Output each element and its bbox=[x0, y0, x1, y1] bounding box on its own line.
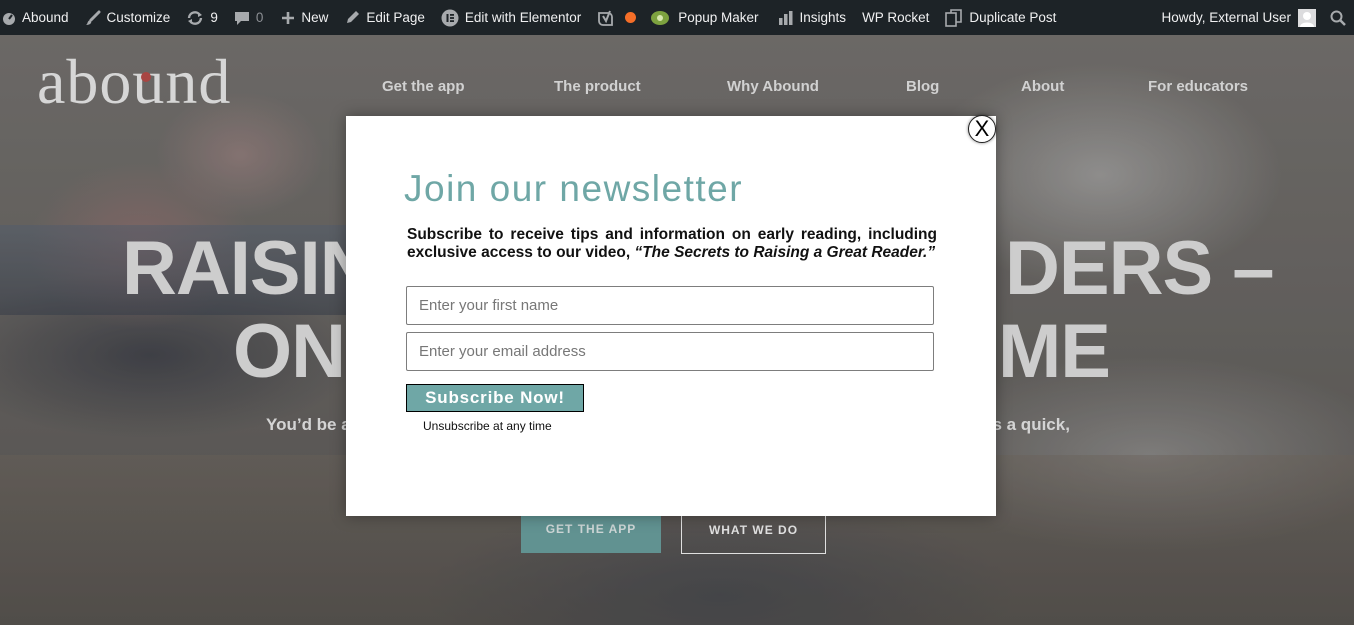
admin-wp-rocket[interactable]: WP Rocket bbox=[862, 0, 929, 35]
admin-comments-count: 0 bbox=[255, 10, 264, 25]
updates-icon bbox=[186, 10, 204, 26]
admin-wp-rocket-label: WP Rocket bbox=[862, 10, 930, 25]
admin-comments[interactable]: 0 bbox=[234, 0, 264, 35]
admin-popup-maker-label: Popup Maker bbox=[678, 10, 759, 25]
admin-duplicate-post[interactable]: Duplicate Post bbox=[945, 0, 1056, 35]
admin-edit-page[interactable]: Edit Page bbox=[345, 0, 425, 35]
admin-insights-label: Insights bbox=[799, 10, 847, 25]
popup-description: Subscribe to receive tips and informatio… bbox=[407, 226, 937, 262]
admin-popup-maker[interactable]: Popup Maker bbox=[650, 0, 759, 35]
avatar bbox=[1298, 8, 1316, 27]
elementor-icon bbox=[441, 9, 459, 27]
admin-updates[interactable]: 9 bbox=[186, 0, 218, 35]
admin-site-name: Abound bbox=[22, 10, 69, 25]
admin-edit-elementor[interactable]: Edit with Elementor bbox=[441, 0, 581, 35]
copy-icon bbox=[945, 8, 963, 27]
seo-status-dot bbox=[625, 12, 637, 23]
subscribe-button[interactable]: Subscribe Now! bbox=[406, 384, 584, 412]
admin-duplicate-post-label: Duplicate Post bbox=[969, 10, 1057, 25]
brush-icon bbox=[85, 10, 101, 26]
admin-insights[interactable]: Insights bbox=[778, 0, 847, 35]
admin-new[interactable]: New bbox=[281, 0, 328, 35]
admin-site-menu[interactable]: Abound bbox=[2, 0, 69, 35]
admin-account-menu[interactable]: Howdy, External User bbox=[1161, 0, 1316, 35]
yoast-icon bbox=[597, 9, 615, 27]
search-icon bbox=[1330, 10, 1346, 26]
first-name-field[interactable] bbox=[406, 286, 934, 325]
unsubscribe-note: Unsubscribe at any time bbox=[423, 419, 552, 433]
plus-icon bbox=[281, 11, 295, 25]
newsletter-popup: Join our newsletter Subscribe to receive… bbox=[346, 116, 996, 516]
popup-maker-icon bbox=[650, 9, 670, 27]
admin-edit-page-label: Edit Page bbox=[366, 10, 425, 25]
admin-new-label: New bbox=[301, 10, 329, 25]
wp-admin-bar: Abound Customize 9 0 New Edit Page Edit … bbox=[0, 0, 1354, 35]
comment-icon bbox=[234, 10, 250, 26]
admin-yoast[interactable] bbox=[597, 0, 637, 35]
dashboard-icon bbox=[2, 11, 16, 25]
admin-updates-count: 9 bbox=[210, 10, 218, 25]
admin-search[interactable] bbox=[1330, 0, 1346, 35]
admin-customize[interactable]: Customize bbox=[85, 0, 171, 35]
email-field[interactable] bbox=[406, 332, 934, 371]
admin-edit-elementor-label: Edit with Elementor bbox=[464, 10, 582, 25]
pencil-icon bbox=[345, 10, 360, 25]
popup-title: Join our newsletter bbox=[404, 168, 744, 209]
admin-customize-label: Customize bbox=[106, 10, 171, 25]
popup-description-quote: “The Secrets to Raising a Great Reader.” bbox=[634, 244, 936, 261]
close-icon: X bbox=[974, 116, 990, 141]
bar-chart-icon bbox=[778, 10, 794, 26]
admin-howdy: Howdy, External User bbox=[1161, 10, 1291, 25]
popup-close-button[interactable]: X bbox=[968, 115, 996, 143]
